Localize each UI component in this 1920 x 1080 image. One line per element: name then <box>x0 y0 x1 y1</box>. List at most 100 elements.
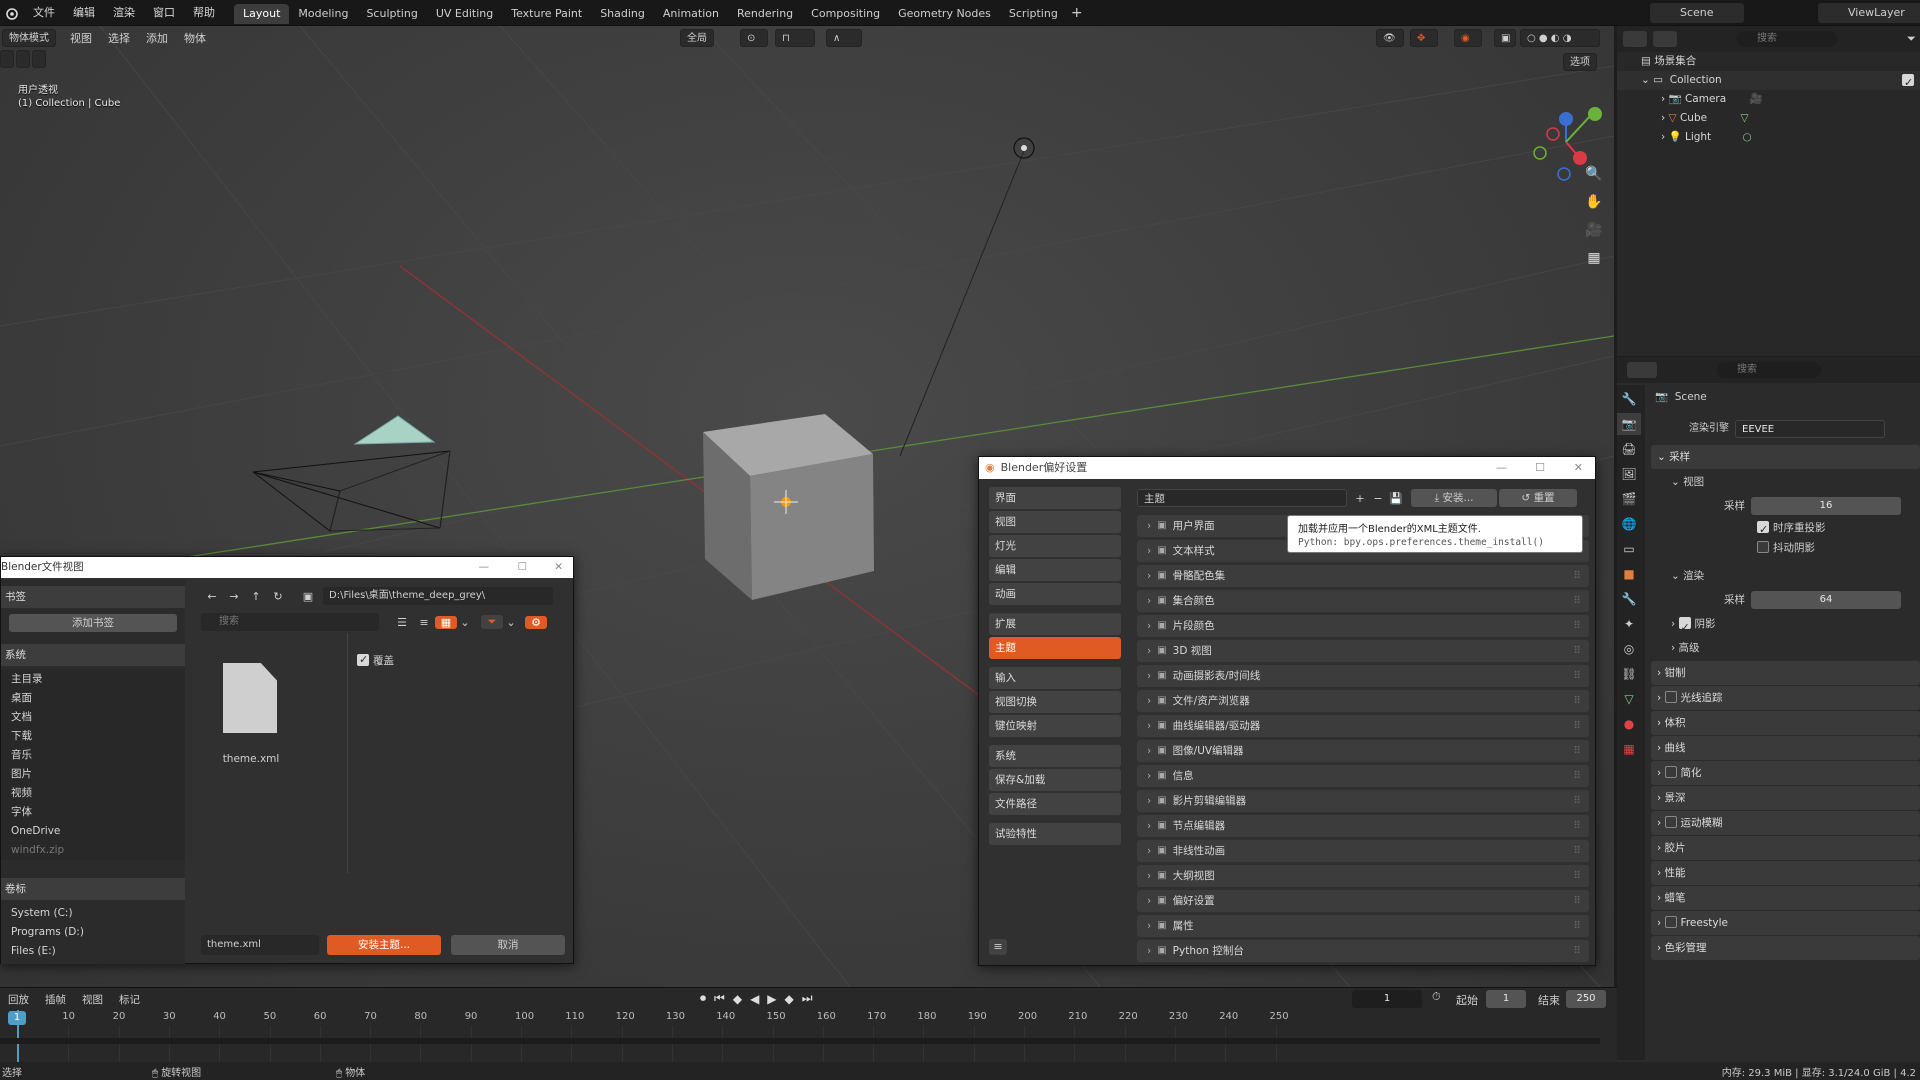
drag-handle-icon[interactable]: ⠿ <box>1573 665 1581 687</box>
section-enable-checkbox[interactable] <box>1664 691 1677 703</box>
minimize-icon[interactable]: — <box>1496 457 1507 479</box>
system-location-item[interactable]: windfx.zip <box>1 841 185 860</box>
workspace-tab[interactable]: Sculpting <box>357 4 426 24</box>
outliner-item-cube[interactable]: › ▽ Cube ▽ <box>1617 109 1920 128</box>
properties-section[interactable]: › 景深 <box>1651 786 1920 810</box>
thumbnail-view-icon[interactable]: ▦ <box>435 615 457 629</box>
prefs-nav-item[interactable]: 动画 <box>989 583 1121 605</box>
editor-type-icon[interactable] <box>1623 31 1647 47</box>
properties-section[interactable]: › 运动模糊 <box>1651 811 1920 835</box>
render-tab-icon[interactable]: 📷 <box>1617 413 1641 435</box>
theme-section-row[interactable]: › ▣ 曲线编辑器/驱动器 ⠿ <box>1137 715 1589 737</box>
menu-item[interactable]: 编辑 <box>64 0 104 26</box>
system-location-item[interactable]: OneDrive <box>1 822 185 841</box>
theme-section-row[interactable]: › ▣ 影片剪辑编辑器 ⠿ <box>1137 790 1589 812</box>
section-enable-checkbox[interactable] <box>1664 816 1677 828</box>
prefs-nav-item[interactable]: 扩展 <box>989 613 1121 635</box>
drag-handle-icon[interactable]: ⠿ <box>1573 815 1581 837</box>
menu-item[interactable]: 帮助 <box>184 0 224 26</box>
volumes-header[interactable]: 卷标 <box>1 878 185 900</box>
prefs-nav-item[interactable]: 输入 <box>989 667 1121 689</box>
section-enable-checkbox[interactable] <box>1664 916 1677 928</box>
select-extend-icon[interactable] <box>16 50 30 68</box>
workspace-tab[interactable]: Layout <box>234 4 290 24</box>
back-icon[interactable]: ← <box>201 590 223 603</box>
properties-section[interactable]: › 光线追踪 <box>1651 686 1920 710</box>
theme-section-row[interactable]: › ▣ 片段颜色 ⠿ <box>1137 615 1589 637</box>
filter-toggle-icon[interactable]: ⏷ <box>481 615 503 629</box>
viewlayer-selector[interactable]: ViewLayer <box>1818 3 1920 23</box>
workspace-tab[interactable]: Modeling <box>289 4 357 24</box>
drag-handle-icon[interactable]: ⠿ <box>1573 615 1581 637</box>
drag-handle-icon[interactable]: ⠿ <box>1573 590 1581 612</box>
sort-dropdown-icon[interactable]: ⌄ <box>457 616 473 629</box>
prefs-nav-item[interactable]: 系统 <box>989 745 1121 767</box>
refresh-icon[interactable]: ↻ <box>267 590 289 603</box>
jitter-shadows-row[interactable]: 抖动阴影 <box>1651 538 1920 558</box>
settings-gear-icon[interactable]: ⚙ <box>525 615 547 629</box>
theme-section-row[interactable]: › ▣ 3D 视图 ⠿ <box>1137 640 1589 662</box>
jump-end-icon[interactable]: ⏭ <box>802 991 813 1006</box>
system-location-item[interactable]: 音乐 <box>1 746 185 765</box>
select-box-icon[interactable] <box>0 50 14 68</box>
timeline-menu-item[interactable]: 插帧 <box>37 992 74 1007</box>
properties-editor-type-icon[interactable] <box>1627 362 1657 378</box>
scene-tab-icon[interactable]: 🎬 <box>1617 488 1641 510</box>
timeline-ruler[interactable]: 10 20 30 40 50 60 70 80 90 100 110 120 130 140 150 160 1… <box>0 1010 1617 1062</box>
render-engine-select[interactable]: EEVEE <box>1735 420 1885 438</box>
workspace-tab[interactable]: Compositing <box>802 4 889 24</box>
drag-handle-icon[interactable]: ⠿ <box>1573 715 1581 737</box>
detail-view-icon[interactable]: ≡ <box>413 616 435 629</box>
proportional-edit-icon[interactable]: ∧ <box>826 29 862 47</box>
render-subpanel-header[interactable]: ⌄ 渲染 <box>1651 564 1920 588</box>
viewport-menu-item[interactable]: 选择 <box>100 30 138 46</box>
properties-section[interactable]: › 钳制 <box>1651 661 1920 685</box>
fileview-close-icon[interactable]: ✕ <box>554 557 563 578</box>
ortho-grid-icon[interactable]: ▦ <box>1582 244 1606 272</box>
play-reverse-icon[interactable]: ◀ <box>750 992 759 1006</box>
outliner-search-input[interactable]: 搜索 <box>1737 31 1837 47</box>
timeline-menu-item[interactable]: 视图 <box>74 992 111 1007</box>
system-location-item[interactable]: 桌面 <box>1 689 185 708</box>
jump-start-icon[interactable]: ⏮ <box>714 991 725 1006</box>
menu-item[interactable]: 文件 <box>24 0 64 26</box>
view-layer-tab-icon[interactable]: 🖼 <box>1617 463 1641 485</box>
viewport-menu-item[interactable]: 添加 <box>138 30 176 46</box>
drag-handle-icon[interactable]: ⠿ <box>1573 890 1581 912</box>
record-icon[interactable]: ⏺ <box>700 991 706 1006</box>
system-location-item[interactable]: 下载 <box>1 727 185 746</box>
tool-tab-icon[interactable]: 🔧 <box>1617 388 1641 410</box>
viewlayer-name[interactable]: ViewLayer <box>1818 3 1920 23</box>
scene-collection[interactable]: ▤ 场景集合 <box>1617 52 1920 71</box>
pan-hand-icon[interactable]: ✋ <box>1582 188 1606 216</box>
workspace-tab[interactable]: Animation <box>654 4 728 24</box>
render-samples-field[interactable]: 64 <box>1751 591 1901 609</box>
properties-section[interactable]: › 曲线 <box>1651 736 1920 760</box>
current-frame-field[interactable]: 1 <box>1352 990 1422 1008</box>
install-theme-confirm-button[interactable]: 安装主题... <box>327 935 441 955</box>
transform-orientation[interactable]: 全局 <box>680 29 714 47</box>
properties-section[interactable]: › 胶片 <box>1651 836 1920 860</box>
list-view-icon[interactable]: ☰ <box>391 616 413 629</box>
shadows-checkbox[interactable] <box>1678 616 1691 640</box>
theme-preset-select[interactable]: 主题 <box>1137 489 1347 507</box>
fileview-search-input[interactable]: 搜索 <box>201 613 379 631</box>
blender-logo-icon[interactable] <box>0 6 24 20</box>
close-icon[interactable]: ✕ <box>1574 457 1583 479</box>
drag-handle-icon[interactable]: ⠿ <box>1573 565 1581 587</box>
temporal-reprojection-checkbox[interactable] <box>1757 520 1769 540</box>
drag-handle-icon[interactable]: ⠿ <box>1573 940 1581 962</box>
filter-dropdown-icon[interactable]: ⌄ <box>503 616 519 629</box>
visibility-icon[interactable]: 👁 <box>1376 29 1404 47</box>
theme-section-row[interactable]: › ▣ 集合颜色 ⠿ <box>1137 590 1589 612</box>
fileview-maximize-icon[interactable]: ☐ <box>518 557 527 578</box>
scene-name[interactable]: Scene <box>1650 3 1744 23</box>
properties-section[interactable]: › Freestyle <box>1651 911 1920 935</box>
system-header[interactable]: 系统 <box>1 644 185 666</box>
theme-section-row[interactable]: › ▣ 偏好设置 ⠿ <box>1137 890 1589 912</box>
new-folder-icon[interactable]: ▣ <box>297 590 319 603</box>
properties-section[interactable]: › 色彩管理 <box>1651 936 1920 960</box>
properties-section[interactable]: › 蜡笔 <box>1651 886 1920 910</box>
add-preset-icon[interactable]: + <box>1351 492 1369 505</box>
world-tab-icon[interactable]: 🌐 <box>1617 513 1641 535</box>
